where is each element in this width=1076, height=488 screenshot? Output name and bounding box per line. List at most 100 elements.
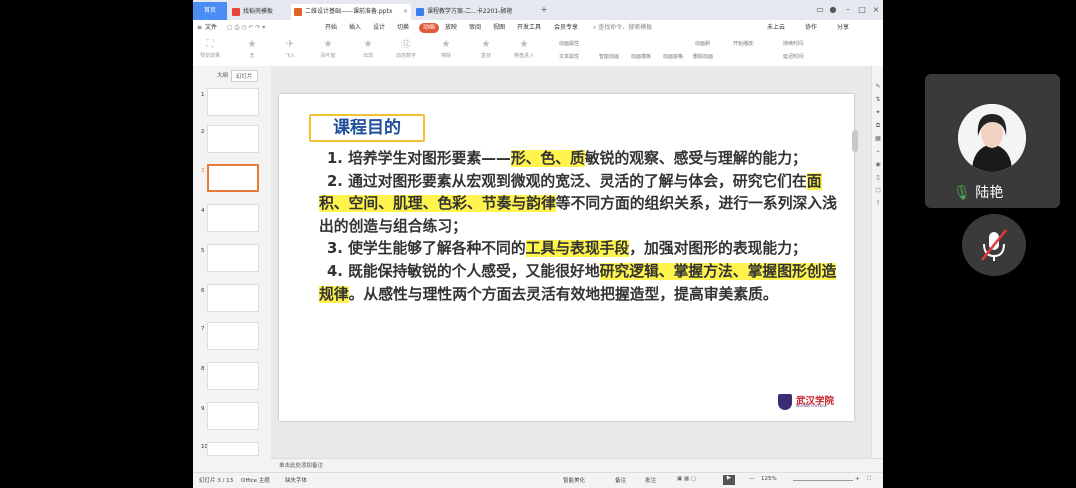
avatar-icon[interactable]: ●	[826, 3, 840, 17]
slide-thumbnail-5[interactable]	[207, 244, 259, 272]
anim-blinds[interactable]: ★ 百叶窗	[313, 38, 343, 59]
share-button[interactable]: 分享	[837, 23, 849, 33]
slide-body[interactable]: 1. 培养学生对图形要素——形、色、质敏锐的观察、感受与理解的能力； 2. 通过…	[319, 148, 839, 306]
fit-window-icon[interactable]: ⛶	[867, 476, 871, 483]
notes-placeholder[interactable]: 单击此处添加备注	[279, 461, 323, 469]
college-name-en: WUHAN COLLEGE	[796, 404, 828, 408]
adjust-icon[interactable]: ⇅	[872, 93, 883, 106]
theme-name: Office 主题	[241, 478, 270, 484]
hamburger-icon[interactable]: ≡	[197, 23, 202, 33]
quick-access-icons[interactable]: ▢ ⎙ ◷ ↶ ↷ ▾	[227, 23, 265, 33]
new-tab-icon[interactable]: +	[537, 3, 551, 17]
ribbon-label: 动态数字	[395, 53, 416, 59]
package-icon[interactable]: ⬡	[872, 184, 883, 197]
menu-transition[interactable]: 切换	[397, 23, 409, 33]
anim-wipe[interactable]: ★ 擦除	[431, 38, 461, 59]
slide-thumbnail-3[interactable]	[207, 164, 259, 192]
tab-docx-document[interactable]: 课程教学方案-二...卡2201-顾艳	[413, 4, 535, 20]
star-icon: ★	[363, 39, 373, 50]
animation-pane[interactable]: 动画窗格	[663, 53, 683, 60]
ribbon-label: 擦除	[440, 53, 451, 59]
animation-properties[interactable]: 动画属性	[559, 40, 579, 47]
tab-outline[interactable]: 大纲	[213, 70, 232, 80]
menu-slideshow[interactable]: 放映	[445, 23, 457, 33]
slide-thumbnail-6[interactable]	[207, 284, 259, 312]
text-properties[interactable]: 文本属性	[559, 53, 579, 60]
command-search[interactable]: ⌕ 查找命令、搜索模板	[593, 23, 652, 33]
copy-icon[interactable]: ⧉	[872, 119, 883, 132]
cloud-status[interactable]: 未上云	[767, 23, 785, 33]
slide-thumbnail-1[interactable]	[207, 88, 259, 116]
slide-title[interactable]: 课程目的	[309, 114, 425, 142]
vertical-scrollbar[interactable]	[852, 130, 858, 152]
college-logo: 武汉学院 WUHAN COLLEGE	[778, 393, 840, 411]
toolbar-icon[interactable]: ✎	[872, 80, 883, 93]
menu-file[interactable]: 文件	[205, 23, 217, 33]
animation-template[interactable]: 动画模板	[631, 53, 651, 60]
delete-animation[interactable]: 删除动画	[693, 53, 713, 60]
brush-icon[interactable]: ⌁	[872, 145, 883, 158]
collaborate-button[interactable]: 协作	[805, 23, 817, 33]
slide-number: 8	[201, 366, 205, 372]
slide-thumbnail-4[interactable]	[207, 204, 259, 232]
menu-developer[interactable]: 开发工具	[517, 23, 541, 33]
location-icon[interactable]: ◉	[872, 158, 883, 171]
avatar	[958, 104, 1026, 172]
menu-review[interactable]: 审阅	[469, 23, 481, 33]
menu-design[interactable]: 设计	[373, 23, 385, 33]
star-icon: ★	[441, 39, 451, 50]
duration-label: 持续时间:	[783, 41, 805, 47]
tab-template-store[interactable]: 找稻壳模板	[229, 4, 289, 20]
pin-icon[interactable]: ✦	[872, 106, 883, 119]
text-run: 1. 培养学生对图形要素——	[327, 150, 511, 167]
participant-video-tile[interactable]: 🎙 陆艳	[925, 74, 1060, 208]
zoom-level[interactable]: 125%	[761, 476, 777, 482]
menu-view[interactable]: 视图	[493, 23, 505, 33]
anim-checkerboard[interactable]: ★ 棋盘进入	[509, 38, 539, 59]
minimize-icon[interactable]: –	[841, 3, 855, 17]
window-layout-icon[interactable]: ▭	[813, 3, 827, 17]
book-icon[interactable]: ▯	[872, 171, 883, 184]
animation-painter[interactable]: 动画刷	[695, 40, 710, 47]
slide-thumbnail-10[interactable]	[207, 442, 259, 456]
close-window-icon[interactable]: ×	[869, 3, 883, 17]
maximize-icon[interactable]: □	[855, 3, 869, 17]
tab-pptx-document[interactable]: 二维设计基础——课前准备.pptx ×	[291, 4, 411, 20]
view-switch-icons[interactable]: ▣ ▦ ▢	[677, 476, 696, 482]
smart-animation[interactable]: 智能动画	[599, 53, 619, 60]
anim-box[interactable]: ★ 盒状	[471, 38, 501, 59]
missing-font-warning[interactable]: 缺失字体	[285, 476, 307, 484]
comments-toggle[interactable]: 批注	[645, 476, 656, 484]
slide[interactable]: 课程目的 1. 培养学生对图形要素——形、色、质敏锐的观察、感受与理解的能力； …	[279, 94, 854, 421]
menu-home[interactable]: 开始	[325, 23, 337, 33]
slide-thumbnail-8[interactable]	[207, 362, 259, 390]
zoom-out-icon[interactable]: —	[749, 476, 755, 482]
play-icon[interactable]: ▶	[723, 475, 735, 485]
anim-fly-in[interactable]: ✈ 飞入	[275, 38, 305, 59]
anim-dynamic-number[interactable]: ⑫ 动态数字	[391, 38, 421, 59]
anim-appear[interactable]: ★ 出现	[353, 38, 383, 59]
anim-none[interactable]: ★ 无	[237, 38, 267, 59]
help-icon[interactable]: ?	[872, 197, 883, 210]
menu-animation[interactable]: 动画	[419, 23, 440, 33]
notes-toggle[interactable]: 备注	[615, 476, 626, 484]
menu-member[interactable]: 会员专享	[554, 23, 578, 33]
slide-thumbnail-2[interactable]	[207, 125, 259, 153]
text-run: ，加强对图形的表现能力；	[629, 240, 807, 258]
menu-insert[interactable]: 插入	[349, 23, 361, 33]
zoom-slider[interactable]	[793, 480, 853, 481]
zoom-in-icon[interactable]: +	[855, 476, 860, 482]
preview-effect-button[interactable]: ⛶ 预览效果	[195, 38, 225, 59]
ribbon-label: 棋盘进入	[513, 53, 534, 59]
notes-bar[interactable]: 单击此处添加备注	[271, 458, 883, 473]
mute-microphone-button[interactable]	[962, 214, 1026, 276]
smart-beautify-button[interactable]: 智能美化	[563, 476, 585, 484]
objective-1: 1. 培养学生对图形要素——形、色、质敏锐的观察、感受与理解的能力；	[319, 148, 839, 171]
home-tab[interactable]: 首页	[193, 2, 227, 20]
grid-icon[interactable]: ▦	[872, 132, 883, 145]
tab-slides[interactable]: 幻灯片	[231, 70, 258, 82]
slide-thumbnail-9[interactable]	[207, 402, 259, 430]
fly-in-icon: ✈	[285, 39, 295, 50]
slide-thumbnail-7[interactable]	[207, 322, 259, 350]
close-tab-icon[interactable]: ×	[403, 4, 408, 20]
